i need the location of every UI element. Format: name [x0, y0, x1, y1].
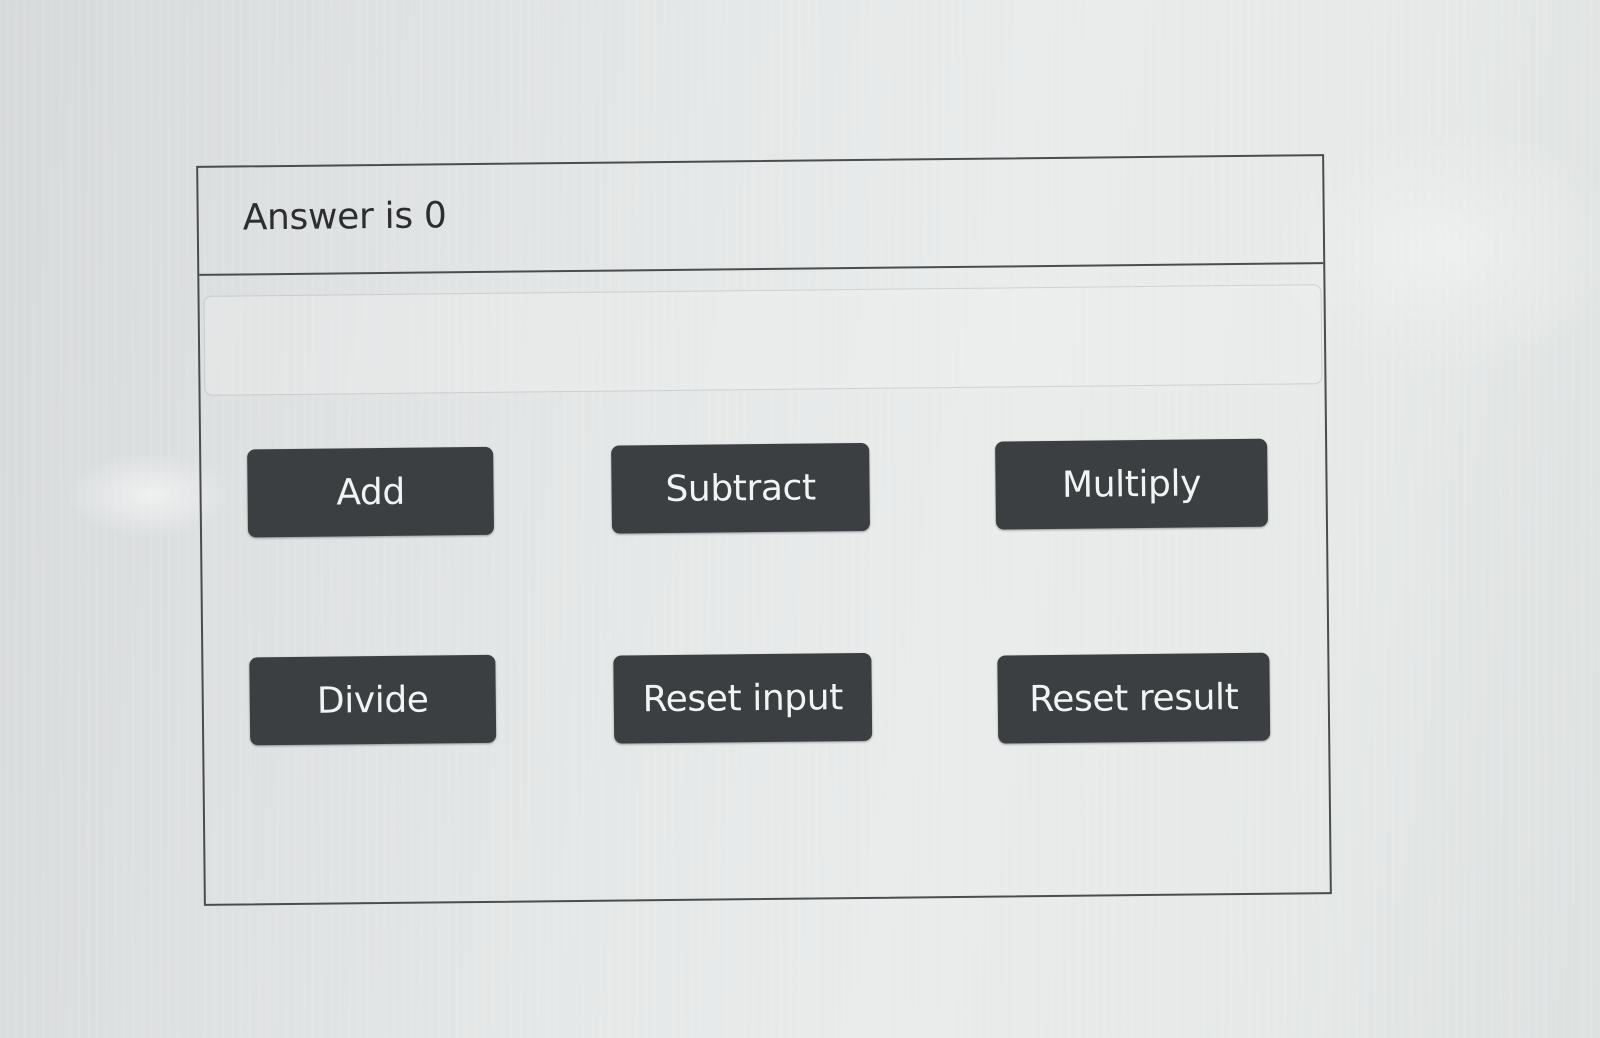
divide-button[interactable]: Divide — [249, 654, 497, 746]
add-button[interactable]: Add — [247, 446, 495, 538]
subtract-button[interactable]: Subtract — [611, 442, 871, 534]
answer-row: Answer is 0 — [198, 156, 1324, 276]
calculator-panel: Answer is 0 Add Subtract Multiply Divide… — [196, 154, 1332, 906]
answer-text: Answer is 0 — [242, 195, 447, 239]
number-input[interactable] — [203, 284, 1323, 396]
reset-input-button[interactable]: Reset input — [613, 652, 873, 744]
reset-result-button[interactable]: Reset result — [997, 652, 1271, 744]
multiply-button[interactable]: Multiply — [995, 438, 1268, 530]
